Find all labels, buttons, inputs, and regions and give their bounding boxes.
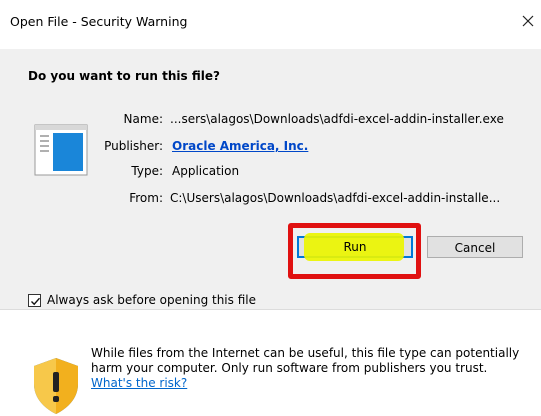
type-value: Application xyxy=(172,164,240,178)
from-value: C:\Users\alagos\Downloads\adfdi-excel-ad… xyxy=(170,191,501,205)
warning-footer: While files from the Internet can be use… xyxy=(0,309,541,414)
window-title: Open File - Security Warning xyxy=(10,14,188,29)
type-label: Type: xyxy=(131,164,163,178)
whats-the-risk-link[interactable]: What's the risk? xyxy=(91,376,187,390)
from-label: From: xyxy=(129,191,163,205)
always-ask-row[interactable]: Always ask before opening this file xyxy=(28,293,256,307)
name-value: ...sers\alagos\Downloads\adfdi-excel-add… xyxy=(170,112,504,126)
name-label: Name: xyxy=(123,112,163,126)
run-button-text: Run xyxy=(343,240,367,254)
publisher-link[interactable]: Oracle America, Inc. xyxy=(172,139,308,153)
always-ask-checkbox[interactable] xyxy=(28,293,41,307)
warning-text-block: While files from the Internet can be use… xyxy=(91,346,536,391)
checkmark-icon xyxy=(31,297,41,305)
title-bar: Open File - Security Warning xyxy=(0,0,541,44)
publisher-label: Publisher: xyxy=(104,139,163,153)
always-ask-label: Always ask before opening this file xyxy=(47,293,256,307)
security-shield-icon xyxy=(34,358,78,414)
close-icon xyxy=(522,15,534,27)
content-panel: Do you want to run this file? Name: ...s… xyxy=(0,49,541,309)
cancel-button[interactable]: Cancel xyxy=(427,236,523,258)
close-button[interactable] xyxy=(515,8,541,34)
warning-text: While files from the Internet can be use… xyxy=(91,346,520,375)
dialog-question: Do you want to run this file? xyxy=(28,69,220,83)
